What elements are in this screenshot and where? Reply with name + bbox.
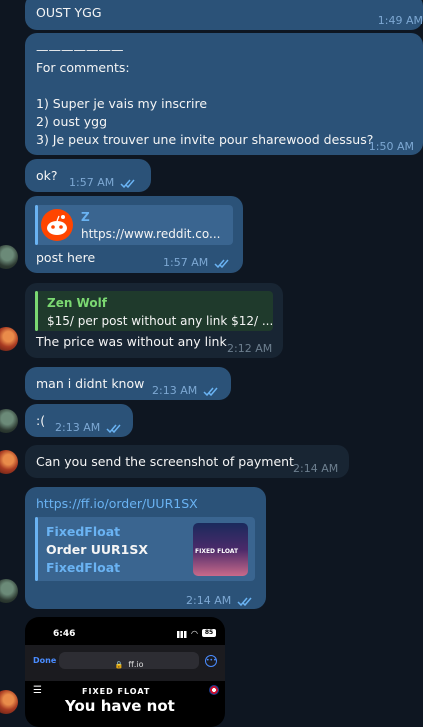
message-time: 2:13 AM [152,384,198,397]
message-link[interactable]: https://ff.io/order/UUR1SX [36,495,198,513]
message-status: 1:57 AM [163,254,230,272]
double-check-icon [203,387,219,396]
message-status: 1:57 AM [69,174,136,192]
reply-accent-bar [35,291,38,331]
avatar[interactable] [0,409,18,433]
preview-thumbnail: FIXED FLOAT [193,523,248,576]
message-time: 2:14 AM [293,462,339,475]
message-bubble[interactable]: :( 2:13 AM [25,404,133,437]
avatar[interactable] [0,450,18,474]
preview-description: FixedFloat [46,560,121,575]
message-bubble[interactable]: OUST YGG 1:49 AM [25,0,423,30]
message-time: 2:12 AM [227,342,273,355]
message-time: 1:57 AM [163,256,209,269]
signal-icon [177,631,189,638]
menu-icon[interactable]: ☰ [33,685,42,696]
link-preview[interactable]: FixedFloat Order UUR1SX FixedFloat FIXED… [35,517,255,581]
double-check-icon [106,424,122,433]
message-time: 2:14 AM [186,594,232,607]
message-time: 1:50 AM [368,140,414,153]
message-text: :( [36,413,46,428]
browser-bar: Done 🔒 ff.io ••• [25,645,225,681]
status-time: 6:46 [53,629,76,639]
avatar[interactable] [0,579,18,603]
message-bubble[interactable]: Z https://www.reddit.co... post here 1:5… [25,196,243,273]
message-time: 1:49 AM [377,14,423,27]
reply-text: $15/ per post without any link $12/ ... [47,314,274,328]
reply-author: Zen Wolf [47,296,107,310]
wifi-icon: ◠ [191,629,198,638]
message-time: 1:57 AM [69,176,115,189]
message-text: The price was without any link [36,334,227,349]
message-bubble[interactable]: man i didnt know 2:13 AM [25,367,231,400]
link-preview[interactable]: Z https://www.reddit.co... [35,205,233,245]
preview-accent-bar [35,205,38,245]
avatar[interactable] [0,245,18,269]
message-status: 2:13 AM [55,419,122,437]
reply-quote[interactable]: Zen Wolf $15/ per post without any link … [35,291,273,331]
message-time: 2:13 AM [55,421,101,434]
preview-url: https://www.reddit.co... [81,227,221,241]
message-bubble[interactable]: ok? 1:57 AM [25,159,151,192]
screenshot-image[interactable]: 6:46 ◠ 85 Done 🔒 ff.io ••• ☰ FIXED FLOAT… [25,617,225,727]
preview-title: Order UUR1SX [46,542,148,557]
message-bubble[interactable]: ——————— For comments: 1) Super je vais m… [25,33,423,155]
message-text: post here [36,250,96,265]
done-button[interactable]: Done [33,656,56,665]
language-flag-icon[interactable] [209,685,219,695]
reddit-icon [41,209,73,241]
fixedfloat-logo-text: FIXED FLOAT [195,548,239,555]
preview-title: Z [81,210,90,224]
double-check-icon [214,259,230,268]
message-text: man i didnt know [36,376,145,391]
avatar[interactable] [0,690,18,714]
message-status: 2:14 AM [186,592,253,610]
message-bubble[interactable]: Can you send the screenshot of payment 2… [25,445,349,478]
page-headline: You have not [65,697,175,715]
battery-level: 85 [204,629,214,636]
message-text: ok? [36,168,58,183]
site-logo: FIXED FLOAT [82,687,151,696]
message-text: ——————— For comments: 1) Super je vais m… [36,42,374,147]
lock-icon: 🔒 [114,661,124,669]
message-bubble[interactable]: Zen Wolf $15/ per post without any link … [25,283,283,358]
url-text: ff.io [128,660,144,669]
double-check-icon [120,179,136,188]
message-bubble[interactable]: https://ff.io/order/UUR1SX FixedFloat Or… [25,487,266,609]
more-icon[interactable]: ••• [205,655,217,667]
message-status: 2:13 AM [152,382,219,400]
message-text: OUST YGG [36,5,102,20]
avatar[interactable] [0,327,18,351]
double-check-icon [237,597,253,606]
message-text: Can you send the screenshot of payment [36,454,294,469]
preview-site: FixedFloat [46,524,121,539]
preview-accent-bar [35,517,38,581]
url-field[interactable]: 🔒 ff.io [59,652,199,669]
